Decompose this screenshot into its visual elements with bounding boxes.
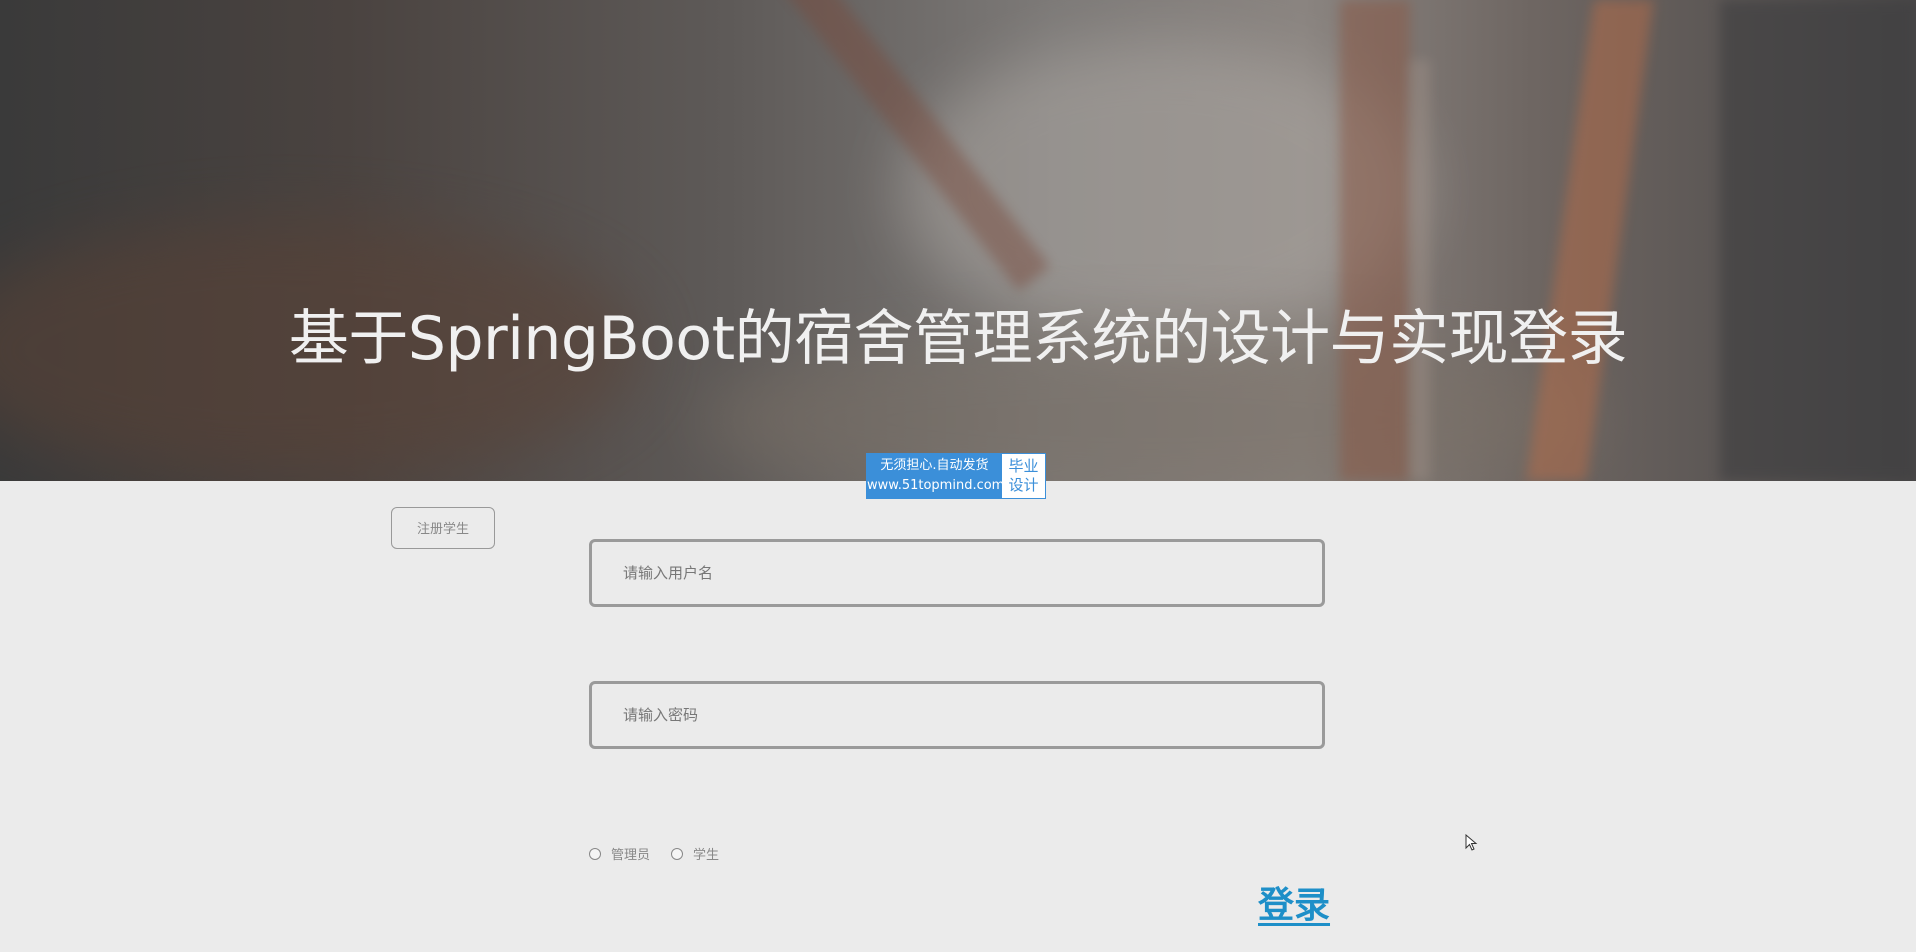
ad-badge-side: 毕业 设计 <box>1002 454 1045 498</box>
password-input[interactable] <box>592 684 1322 746</box>
ad-badge-line1: 无须担心.自动发货 <box>880 458 989 473</box>
password-field[interactable] <box>589 681 1325 749</box>
register-student-button[interactable]: 注册学生 <box>391 507 495 549</box>
username-field[interactable] <box>589 539 1325 607</box>
role-selector: 管理员 学生 <box>589 844 740 863</box>
login-page: 基于SpringBoot的宿舍管理系统的设计与实现登录 无须担心.自动发货 ww… <box>0 0 1916 952</box>
ad-badge-side-line2: 设计 <box>1008 476 1039 494</box>
role-label-admin: 管理员 <box>611 848 651 863</box>
ad-badge-main: 无须担心.自动发货 www.51topmind.com <box>867 454 1005 498</box>
role-label-student: 学生 <box>693 848 720 863</box>
role-option-student[interactable]: 学生 <box>671 844 719 863</box>
page-title: 基于SpringBoot的宿舍管理系统的设计与实现登录 <box>288 304 1628 374</box>
radio-student[interactable] <box>671 847 684 860</box>
hero-banner: 基于SpringBoot的宿舍管理系统的设计与实现登录 <box>0 0 1916 481</box>
mouse-cursor-icon <box>1465 834 1478 851</box>
ad-badge-side-line1: 毕业 <box>1008 457 1039 475</box>
ad-badge-line2: www.51topmind.com <box>867 478 1005 493</box>
ad-badge[interactable]: 无须担心.自动发货 www.51topmind.com 毕业 设计 <box>866 453 1046 499</box>
radio-admin[interactable] <box>589 847 601 860</box>
role-option-admin[interactable]: 管理员 <box>589 844 650 863</box>
login-button[interactable]: 登录 <box>1258 876 1330 928</box>
username-input[interactable] <box>592 542 1322 604</box>
